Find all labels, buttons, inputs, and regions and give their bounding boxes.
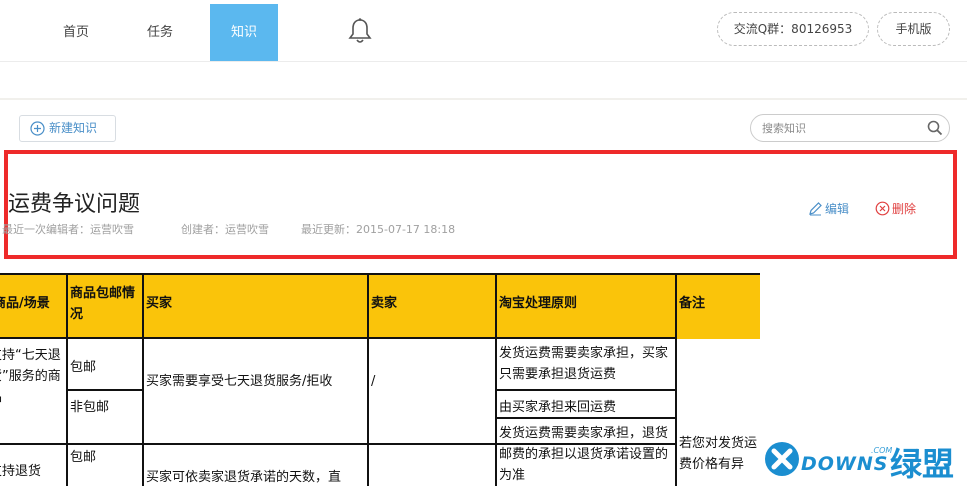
site-watermark: DOWNS .COM 绿盟 [760,436,965,484]
table-cell-scene: 支持退货 [0,464,42,479]
delete-button[interactable]: 删除 [875,201,916,217]
table-header-cell: 备注 [679,296,706,311]
nav-knowledge[interactable]: 知识 [210,4,278,61]
sub-header-band [0,62,967,100]
bell-icon[interactable] [347,17,373,45]
table-cell-rule: 发货运费需要卖家承担，买家只需要承担退货运费 [499,346,669,382]
delete-circle-icon [875,201,890,216]
table-cell-shipping: 包邮 [70,450,97,465]
table-header-cell: 商品/场景 [0,296,50,311]
table-header-cell: 买家 [146,296,173,311]
new-knowledge-label: 新建知识 [49,121,98,135]
watermark-cn: 绿盟 [890,445,955,483]
nav-home[interactable]: 首页 [44,4,108,61]
table-cell-shipping: 非包邮 [70,400,110,415]
table-cell-buyer: 买家需要享受七天退货服务/拒收 [146,374,333,389]
table-cell-rule: 发货运费需要卖家承担，退货邮费的承担以退货承诺设置的为准 [499,426,669,483]
mobile-version-pill[interactable]: 手机版 [877,12,950,46]
top-nav: 首页 任务 知识 交流Q群：80126953 手机版 [0,0,967,62]
add-circle-icon [30,121,45,136]
pencil-icon [809,202,822,216]
last-updated: 最近更新：2015-07-17 18:18 [301,223,456,236]
downs-logo-icon [765,442,799,476]
table-cell-seller: / [371,374,376,389]
table-cell-buyer: 买家可依卖家退货承诺的天数，直 [146,470,342,485]
table-cell-rule: 由买家承担来回运费 [499,400,617,415]
table-cell-note: 若您对发货运费价格有异 [679,436,758,472]
policy-table: 商品/场景 商品包邮情况 买家 卖家 淘宝处理原则 备注 支持“七天退货”服务的… [0,273,760,486]
new-knowledge-button[interactable]: 新建知识 [19,115,116,142]
page-title: 运费争议问题 [8,192,141,217]
table-header-cell: 商品包邮情况 [70,286,136,322]
table-header-cell: 卖家 [371,296,398,311]
last-editor: 最近一次编辑者：运营吹雪 [2,223,134,236]
search-box [750,114,950,142]
edit-label: 编辑 [825,202,850,216]
search-input[interactable] [762,120,922,136]
edit-button[interactable]: 编辑 [808,201,849,217]
search-icon[interactable] [927,120,943,136]
table-cell-shipping: 包邮 [70,360,97,375]
creator: 创建者：运营吹雪 [181,223,269,236]
table-header-cell: 淘宝处理原则 [499,296,578,311]
table-cell-scene: 支持“七天退货”服务的商品 [0,348,61,405]
delete-label: 删除 [892,202,917,216]
qq-group-pill[interactable]: 交流Q群：80126953 [717,12,869,46]
nav-tasks[interactable]: 任务 [128,4,192,61]
watermark-brand: DOWNS [801,453,889,475]
